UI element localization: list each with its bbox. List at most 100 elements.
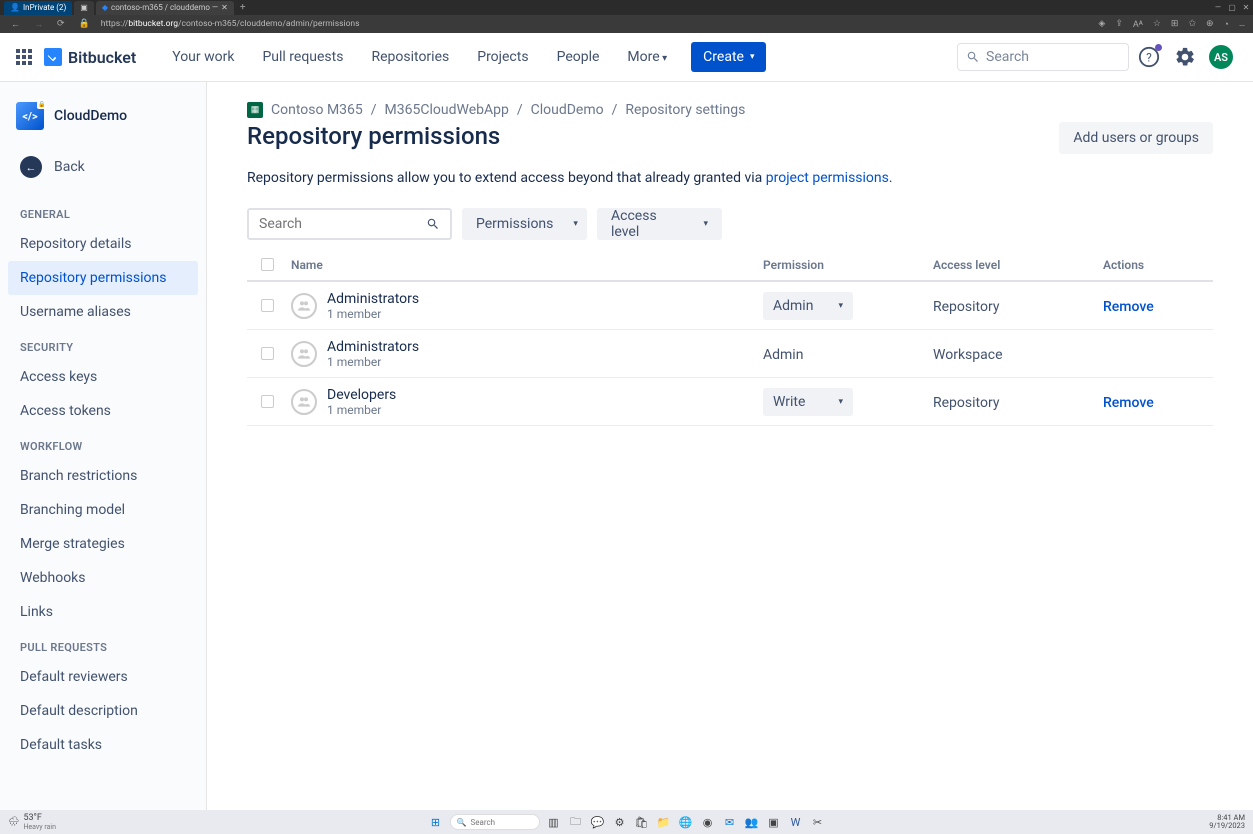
filter-label: Access level bbox=[611, 208, 683, 240]
group-name: Administrators bbox=[327, 339, 419, 355]
filter-search[interactable] bbox=[247, 208, 452, 240]
sync-icon[interactable]: ⇪ bbox=[1115, 19, 1123, 30]
sidebar-branching-model[interactable]: Branching model bbox=[0, 493, 206, 527]
table-header: Name Permission Access level Actions bbox=[247, 250, 1213, 282]
crumb-settings[interactable]: Repository settings bbox=[625, 102, 745, 118]
group-meta: 1 member bbox=[327, 307, 419, 321]
favorite-icon[interactable]: ☆ bbox=[1153, 19, 1161, 30]
nav-more[interactable]: More bbox=[615, 49, 679, 65]
settings-button[interactable] bbox=[1169, 41, 1201, 73]
sidebar-default-tasks[interactable]: Default tasks bbox=[0, 728, 206, 762]
snip-icon[interactable]: ✂ bbox=[810, 814, 826, 830]
profile-icon[interactable]: ◔ bbox=[1224, 19, 1229, 30]
repo-header[interactable]: </>🔒 CloudDemo bbox=[0, 94, 206, 138]
url-field[interactable]: https://bitbucket.org/contoso-m365/cloud… bbox=[101, 19, 1091, 29]
permission-select[interactable]: Admin bbox=[763, 292, 853, 320]
tab-blank[interactable]: ▣ bbox=[74, 1, 94, 15]
back-link[interactable]: ← Back bbox=[0, 148, 206, 186]
nav-pull-requests[interactable]: Pull requests bbox=[250, 49, 355, 65]
sidebar-access-keys[interactable]: Access keys bbox=[0, 360, 206, 394]
sidebar-repository-details[interactable]: Repository details bbox=[0, 227, 206, 261]
help-button[interactable]: ? bbox=[1133, 41, 1165, 73]
close-tab-icon[interactable]: ✕ bbox=[221, 3, 228, 12]
crumb-repo[interactable]: CloudDemo bbox=[531, 102, 604, 118]
sidebar-branch-restrictions[interactable]: Branch restrictions bbox=[0, 459, 206, 493]
app-switcher-icon[interactable] bbox=[16, 49, 32, 65]
bitbucket-logo-icon bbox=[44, 48, 62, 66]
more-icon[interactable]: … bbox=[1239, 19, 1245, 30]
nav-projects[interactable]: Projects bbox=[465, 49, 540, 65]
terminal-icon[interactable]: ▣ bbox=[766, 814, 782, 830]
teams-icon[interactable]: 👥 bbox=[744, 814, 760, 830]
taskbar-search[interactable]: 🔍 Search bbox=[450, 814, 540, 830]
sidebar-username-aliases[interactable]: Username aliases bbox=[0, 295, 206, 329]
create-button[interactable]: Create bbox=[691, 42, 766, 72]
project-permissions-link[interactable]: project permissions bbox=[766, 170, 889, 186]
tab-active[interactable]: ◆ contoso-m365 / clouddemo — ✕ bbox=[96, 1, 234, 15]
start-button[interactable]: ⊞ bbox=[428, 814, 444, 830]
brand[interactable]: Bitbucket bbox=[44, 48, 136, 67]
sidebar-webhooks[interactable]: Webhooks bbox=[0, 561, 206, 595]
repo-icon: </>🔒 bbox=[16, 102, 44, 130]
filter-label: Permissions bbox=[476, 216, 553, 232]
remove-link[interactable]: Remove bbox=[1103, 395, 1154, 411]
task-view-icon[interactable]: ▥ bbox=[546, 814, 562, 830]
sidebar-repository-permissions[interactable]: Repository permissions bbox=[8, 261, 198, 295]
crumb-project[interactable]: M365CloudWebApp bbox=[385, 102, 509, 118]
crumb-workspace[interactable]: Contoso M365 bbox=[271, 102, 363, 118]
sidebar-default-reviewers[interactable]: Default reviewers bbox=[0, 660, 206, 694]
edge-icon[interactable]: 🌐 bbox=[678, 814, 694, 830]
settings-icon[interactable]: ⚙ bbox=[612, 814, 628, 830]
site-info-icon[interactable]: 🔒 bbox=[76, 19, 93, 29]
sidebar-links[interactable]: Links bbox=[0, 595, 206, 629]
row-checkbox[interactable] bbox=[261, 347, 274, 360]
close-button[interactable]: ✕ bbox=[1239, 0, 1253, 14]
tab-inprivate[interactable]: 👤 InPrivate (2) bbox=[4, 1, 72, 15]
global-search[interactable]: Search bbox=[957, 43, 1129, 71]
nav-people[interactable]: People bbox=[545, 49, 612, 65]
sidebar-default-description[interactable]: Default description bbox=[0, 694, 206, 728]
text-size-icon[interactable]: Aᴬ bbox=[1133, 19, 1143, 30]
permission-text: Admin bbox=[763, 347, 803, 363]
nav-your-work[interactable]: Your work bbox=[160, 49, 246, 65]
weather-widget[interactable]: 🌧 53°F Heavy rain bbox=[8, 813, 56, 831]
top-nav: Bitbucket Your work Pull requests Reposi… bbox=[0, 33, 1253, 82]
minimize-button[interactable]: — bbox=[1211, 0, 1225, 14]
read-aloud-icon[interactable]: ◈ bbox=[1098, 19, 1105, 30]
back-button[interactable]: ← bbox=[8, 19, 23, 30]
forward-button[interactable]: → bbox=[31, 19, 46, 30]
store-icon[interactable]: 🛍 bbox=[634, 814, 650, 830]
search-icon: 🔍 bbox=[457, 818, 467, 827]
filter-permissions[interactable]: Permissions bbox=[462, 208, 587, 240]
filter-search-input[interactable] bbox=[259, 216, 409, 232]
sidebar-access-tokens[interactable]: Access tokens bbox=[0, 394, 206, 428]
extensions-icon[interactable]: ⊞ bbox=[1171, 19, 1179, 30]
chat-icon[interactable]: 💬 bbox=[590, 814, 606, 830]
intro-text: Repository permissions allow you to exte… bbox=[247, 170, 1213, 186]
select-all-checkbox[interactable] bbox=[261, 258, 274, 271]
maximize-button[interactable]: ▢ bbox=[1225, 0, 1239, 14]
files-icon[interactable]: 📁 bbox=[656, 814, 672, 830]
nav-repositories[interactable]: Repositories bbox=[359, 49, 461, 65]
sidebar-merge-strategies[interactable]: Merge strategies bbox=[0, 527, 206, 561]
outlook-icon[interactable]: ✉ bbox=[722, 814, 738, 830]
inprivate-icon: 👤 bbox=[10, 3, 20, 12]
filter-access-level[interactable]: Access level bbox=[597, 208, 722, 240]
favorites-bar-icon[interactable]: ✩ bbox=[1188, 19, 1196, 30]
refresh-button[interactable]: ⟳ bbox=[54, 19, 68, 29]
add-users-button[interactable]: Add users or groups bbox=[1059, 122, 1213, 154]
row-checkbox[interactable] bbox=[261, 395, 274, 408]
word-icon[interactable]: W bbox=[788, 814, 804, 830]
table-row: Developers 1 member Write Repository Rem… bbox=[247, 378, 1213, 426]
new-tab-button[interactable]: + bbox=[236, 2, 250, 13]
permission-select[interactable]: Write bbox=[763, 388, 853, 416]
group-avatar-icon bbox=[291, 341, 317, 367]
tab-icon: ▣ bbox=[80, 3, 88, 12]
remove-link[interactable]: Remove bbox=[1103, 299, 1154, 315]
row-checkbox[interactable] bbox=[261, 299, 274, 312]
collections-icon[interactable]: ⊕ bbox=[1206, 19, 1214, 30]
clock[interactable]: 8:41 AM 9/19/2023 bbox=[1209, 814, 1245, 831]
explorer-icon[interactable]: 🗀 bbox=[568, 814, 584, 830]
profile-avatar[interactable]: AS bbox=[1205, 41, 1237, 73]
chrome-icon[interactable]: ◉ bbox=[700, 814, 716, 830]
